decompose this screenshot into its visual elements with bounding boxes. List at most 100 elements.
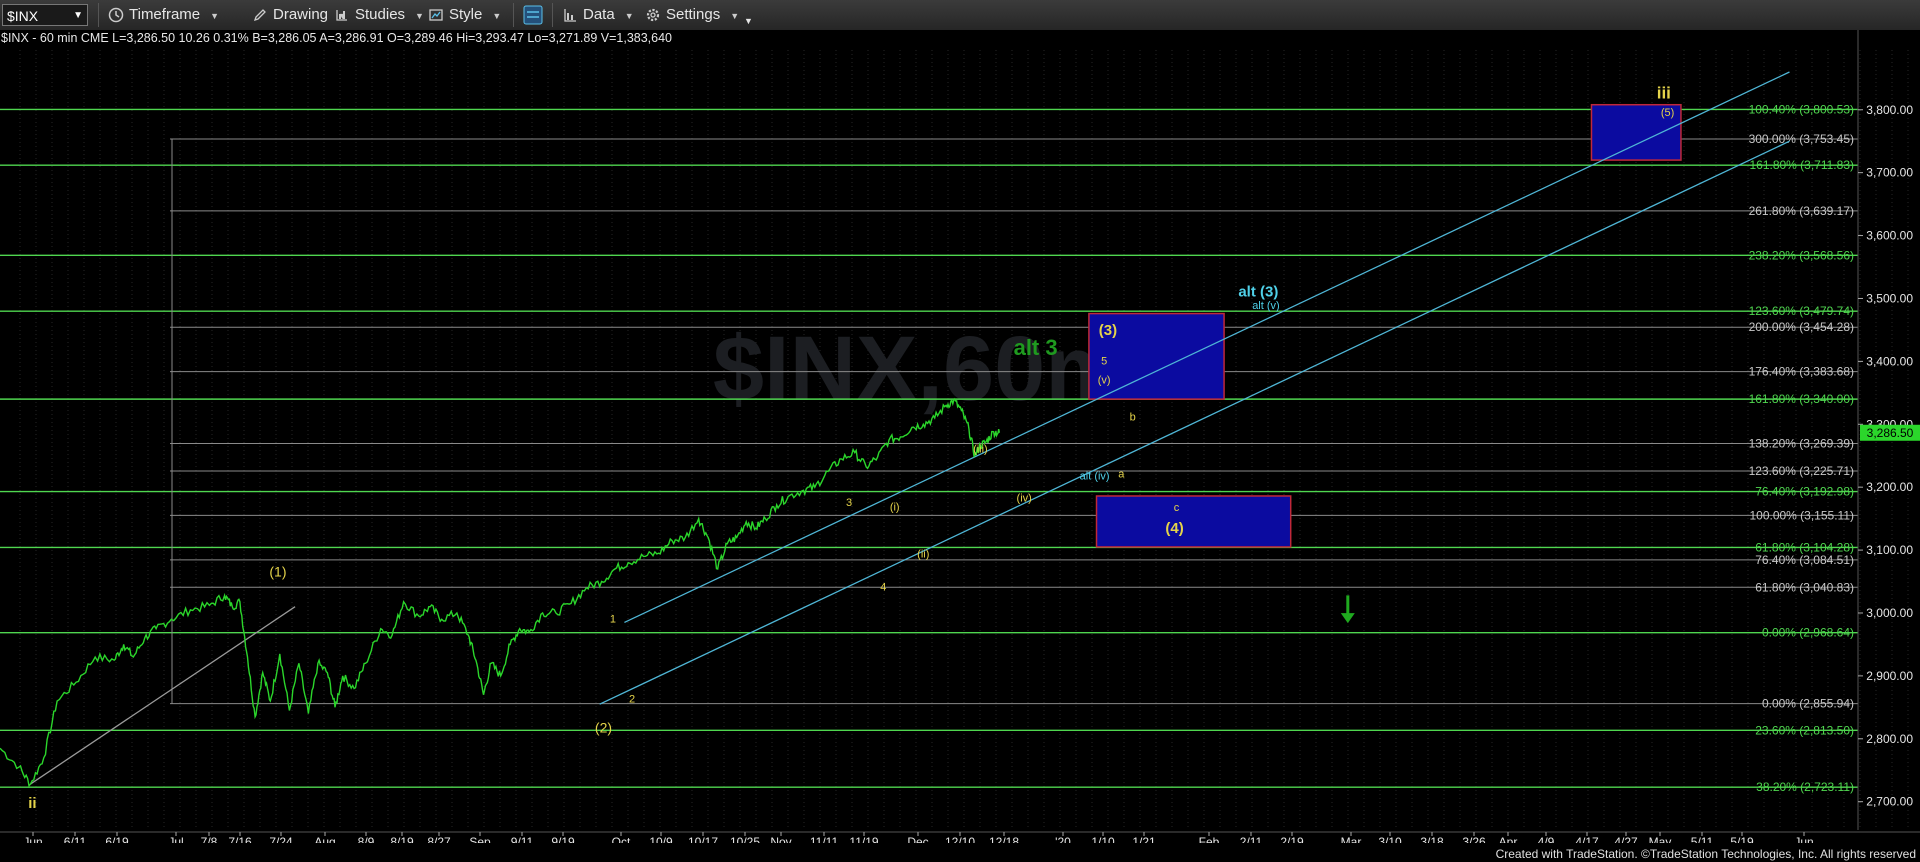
studies-button[interactable]: Studies ▼ (334, 4, 424, 26)
x-tick-label: Apr (1499, 835, 1518, 843)
x-tick-label: Mar (1341, 835, 1362, 843)
x-tick-label: 2/19 (1280, 835, 1304, 843)
level-label: 61.80% (3,040.83) (1755, 580, 1854, 594)
wave-label: iii (1657, 83, 1671, 102)
pencil-icon (253, 9, 266, 22)
x-tick-label: 4/9 (1538, 835, 1555, 843)
wave-label: b (1130, 412, 1136, 424)
style-icon (429, 9, 443, 21)
toolbar-overflow-icon[interactable]: ▼ (744, 10, 753, 32)
style-button[interactable]: Style ▼ (428, 4, 501, 26)
level-label: 100.00% (3,155.11) (1749, 508, 1854, 522)
level-label: 38.20% (2,723.11) (1756, 780, 1854, 794)
chevron-down-icon[interactable]: ▼ (73, 5, 83, 27)
y-tick-label: 3,800.00 (1866, 103, 1913, 117)
y-tick-label: 2,900.00 (1866, 669, 1913, 683)
x-tick-label: Jun (1794, 835, 1813, 843)
quote-line: $INX - 60 min CME L=3,286.50 10.26 0.31%… (1, 31, 673, 45)
level-label: 123.60% (3,479.74) (1749, 304, 1854, 318)
y-tick-label: 3,100.00 (1866, 543, 1913, 557)
wave-label: (v) (1098, 374, 1111, 386)
toolbar-divider (98, 3, 99, 27)
wave-label: (3) (1099, 322, 1117, 339)
x-tick-label: Jun (23, 835, 42, 843)
y-tick-label: 2,700.00 (1866, 795, 1913, 809)
x-tick-label: Jul (168, 835, 183, 843)
toolbar-divider (513, 3, 514, 27)
wave-label: (ii) (917, 549, 929, 561)
x-tick-label: 10/25 (730, 835, 760, 843)
level-label: 100.40% (3,800.53) (1749, 102, 1854, 116)
y-tick-label: 3,500.00 (1866, 291, 1913, 305)
x-tick-label: 10/17 (688, 835, 718, 843)
x-tick-label: 7/16 (228, 835, 252, 843)
x-tick-label: May (1649, 835, 1672, 843)
data-button[interactable]: Data ▼ (562, 4, 634, 26)
x-tick-label: 9/19 (551, 835, 575, 843)
level-label: 23.60% (2,813.50) (1755, 723, 1854, 737)
layout-button[interactable] (522, 4, 544, 26)
wave-label: (iv) (1017, 493, 1032, 505)
x-tick-label: 10/9 (649, 835, 673, 843)
timeframe-button[interactable]: Timeframe ▼ (108, 4, 219, 26)
level-label: 161.80% (3,711.83) (1749, 158, 1854, 172)
wave-label: 2 (629, 693, 635, 705)
x-tick-label: 9/11 (511, 835, 534, 843)
level-label: 0.00% (2,855.94) (1762, 697, 1854, 711)
wave-label: (iii) (973, 444, 988, 456)
x-tick-label: 11/19 (849, 835, 878, 843)
level-label: 261.80% (3,639.17) (1749, 204, 1854, 218)
level-label: 123.60% (3,225.71) (1749, 464, 1854, 478)
bar-chart-icon (564, 9, 576, 22)
x-tick-label: '20 (1055, 835, 1071, 843)
x-tick-label: Nov (770, 835, 791, 843)
wave-label: (1) (269, 564, 286, 580)
level-label: 176.40% (3,383.68) (1749, 365, 1854, 379)
last-price-label: 3,286.50 (1867, 426, 1914, 440)
wave-label: c (1174, 502, 1180, 514)
wave-label: 4 (880, 581, 886, 593)
style-label: Style (449, 6, 483, 23)
x-tick-label: Sep (469, 835, 491, 843)
studies-icon (336, 10, 347, 21)
wave-label: alt 3 (1014, 335, 1058, 360)
y-tick-label: 3,400.00 (1866, 354, 1913, 368)
wave-label: ii (28, 795, 36, 812)
x-tick-label: 1/21 (1132, 835, 1156, 843)
x-tick-label: Feb (1199, 835, 1220, 843)
x-tick-label: Oct (612, 835, 631, 843)
gear-icon (646, 8, 660, 22)
x-tick-label: 7/24 (269, 835, 293, 843)
layout-icon (523, 5, 543, 25)
watermark: $INX,60m (713, 318, 1127, 420)
wave-label: 5 (1101, 356, 1107, 368)
wave-label: alt (v) (1252, 300, 1280, 312)
wave-label: alt (iv) (1080, 471, 1110, 483)
caret-down-icon: ▼ (730, 11, 740, 21)
x-tick-label: 8/9 (358, 835, 375, 843)
wave-label: (4) (1165, 520, 1183, 537)
settings-button[interactable]: Settings ▼ (645, 4, 739, 26)
caret-down-icon: ▼ (210, 11, 220, 21)
price-chart[interactable]: $INX,60m 100.40% (3,800.53) 300.00% (3,753… (0, 30, 1920, 843)
y-tick-label: 3,600.00 (1866, 229, 1913, 243)
wave-label: a (1118, 469, 1125, 481)
toolbar: $INX ▼ Timeframe ▼ Drawing ▼ Studies ▼ Styl… (0, 0, 1920, 31)
copyright-credit: Created with TradeStation. ©TradeStation… (1495, 847, 1916, 861)
level-label: 161.80% (3,340.00) (1749, 392, 1854, 406)
symbol-input[interactable]: $INX ▼ (2, 4, 88, 26)
timeframe-label: Timeframe (129, 6, 201, 23)
x-tick-label: 6/19 (105, 835, 129, 843)
caret-down-icon: ▼ (624, 11, 634, 21)
x-tick-label: 12/10 (945, 835, 975, 843)
y-tick-label: 3,000.00 (1866, 606, 1913, 620)
x-tick-label: 3/26 (1462, 835, 1486, 843)
wave-label: 3 (846, 497, 852, 509)
toolbar-divider (552, 3, 553, 27)
x-tick-label: 8/19 (390, 835, 414, 843)
caret-down-icon: ▼ (492, 11, 502, 21)
wave-label: (5) (1661, 107, 1674, 119)
wave-label: alt (3) (1238, 284, 1278, 301)
level-label: 0.00% (2,968.64) (1762, 626, 1854, 640)
drawing-button[interactable]: Drawing ▼ (252, 4, 347, 26)
